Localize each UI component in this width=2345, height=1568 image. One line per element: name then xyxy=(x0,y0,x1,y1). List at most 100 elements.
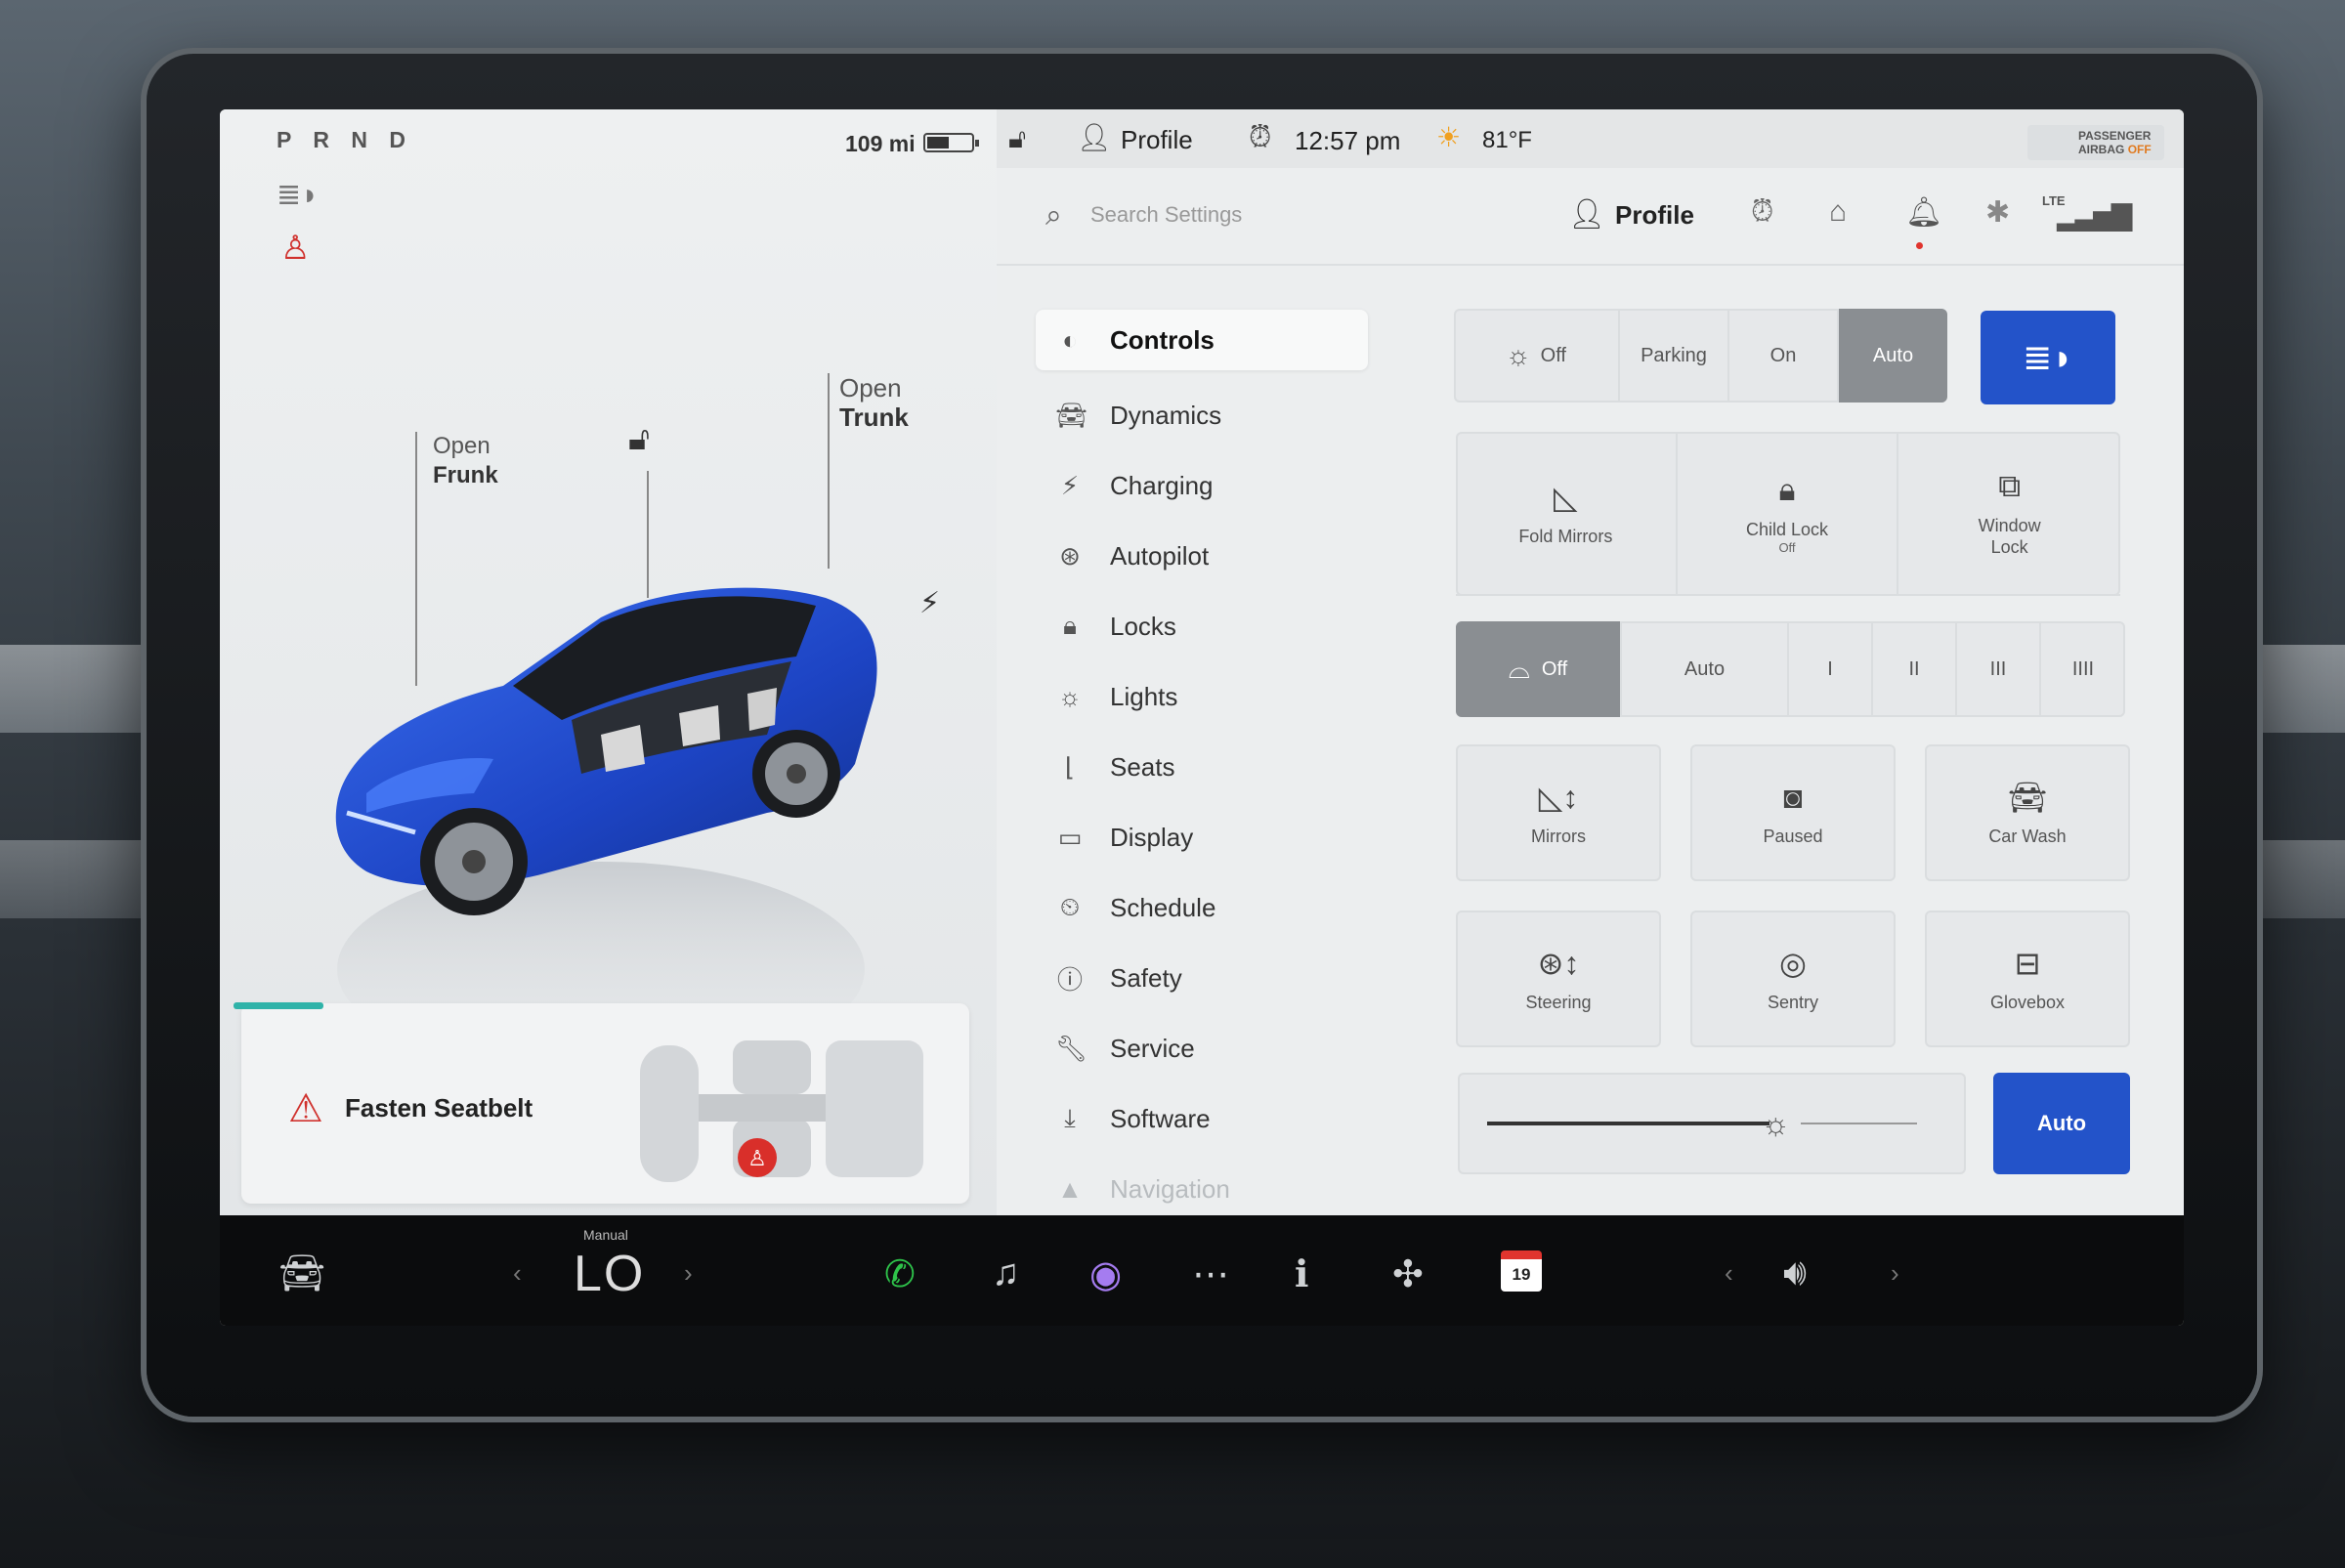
schedule-icon: ⏲︎ xyxy=(1059,892,1081,921)
sentry-button[interactable]: ◎ Sentry xyxy=(1690,911,1896,1047)
child-lock-label: Child Lock xyxy=(1745,519,1829,539)
auto-high-beam-button[interactable]: ≣◗ xyxy=(1981,311,2115,404)
nav-label: Navigation xyxy=(1110,1173,1230,1204)
wipers-auto-option[interactable]: Auto xyxy=(1622,621,1789,717)
brightness-sun-icon[interactable]: ☼ xyxy=(1762,1106,1790,1142)
wipers-speed-2[interactable]: II xyxy=(1873,621,1957,717)
nav-item-lights[interactable]: ☼ Lights xyxy=(1036,661,1368,732)
manual-info-icon[interactable]: ℹ xyxy=(1295,1252,1308,1296)
glovebox-button[interactable]: ⊟ Glovebox xyxy=(1925,911,2130,1047)
lights-auto-option[interactable]: Auto xyxy=(1839,309,1947,403)
more-apps-icon[interactable]: ⋯ xyxy=(1192,1252,1229,1296)
mirrors-adjust-button[interactable]: ◺↕ Mirrors xyxy=(1456,744,1661,881)
auto-brightness-button[interactable]: Auto xyxy=(1993,1073,2130,1174)
notification-bell-icon[interactable]: 🔔︎ xyxy=(1905,195,1942,230)
profile-button[interactable]: Profile xyxy=(1615,200,1694,231)
wrench-icon: 🔧︎ xyxy=(1055,1033,1088,1063)
wipers-speed-3[interactable]: III xyxy=(1957,621,2041,717)
lights-off-label: Off xyxy=(1540,344,1566,366)
volume-icon[interactable]: 🔊︎ xyxy=(1783,1252,1807,1294)
display-brightness-slider[interactable]: ☼ xyxy=(1458,1073,1966,1174)
open-frunk-button[interactable]: Open Frunk xyxy=(433,432,498,490)
nav-item-display[interactable]: ▭ Display xyxy=(1036,802,1368,872)
fold-mirrors-button[interactable]: ◺ Fold Mirrors xyxy=(1456,432,1678,596)
glovebox-label: Glovebox xyxy=(1989,993,2066,1012)
nav-item-service[interactable]: 🔧︎ Service xyxy=(1036,1013,1368,1083)
steering-wheel-icon: ⊛↕ xyxy=(1537,946,1580,981)
sentry-label: Sentry xyxy=(1767,993,1819,1012)
dashcam-button[interactable]: ◙ Paused xyxy=(1690,744,1896,881)
lock-status-icon[interactable]: 🔓︎ xyxy=(1008,123,1026,155)
outside-temperature: 81°F xyxy=(1482,127,1532,153)
svg-text:♙: ♙ xyxy=(747,1147,767,1171)
bottom-dock: 🚘︎ ‹ Manual LO › ✆ ♫ ◉ ⋯ ℹ ✣ 19 ‹ 🔊︎ › xyxy=(220,1215,2184,1326)
warning-icon: ⚠︎ xyxy=(288,1087,323,1130)
status-profile-label[interactable]: Profile xyxy=(1121,125,1193,155)
wipers-off-label: Off xyxy=(1541,657,1568,680)
safety-icon: ⓘ xyxy=(1056,964,1083,995)
alarm-clock-icon[interactable]: ⏰︎ xyxy=(1751,195,1773,229)
unlock-icon[interactable]: 🔓︎ xyxy=(628,420,650,458)
nav-label: Controls xyxy=(1110,324,1215,355)
seat-occupancy-diagram: ♙ xyxy=(640,1040,923,1182)
window-lock-button[interactable]: ⧉ Window Lock xyxy=(1898,432,2120,596)
window-lock-icon: ⧉ xyxy=(1998,468,2022,503)
steering-adjust-button[interactable]: ⊛↕ Steering xyxy=(1456,911,1661,1047)
nav-item-software[interactable]: ⤓ Software xyxy=(1036,1083,1368,1154)
wipers-speed-1[interactable]: I xyxy=(1789,621,1873,717)
wipers-speed-4[interactable]: IIII xyxy=(2041,621,2125,717)
download-icon: ⤓ xyxy=(1064,1103,1076,1132)
wipers-off-option[interactable]: ⌓ Off xyxy=(1456,621,1622,717)
search-input[interactable] xyxy=(1090,195,1462,234)
nav-item-autopilot[interactable]: ⊛ Autopilot xyxy=(1036,521,1368,591)
sentry-icon: ◎ xyxy=(1779,946,1807,981)
nav-item-locks[interactable]: 🔒︎ Locks xyxy=(1036,591,1368,661)
notification-dot xyxy=(1916,242,1923,249)
cabin-temperature[interactable]: LO xyxy=(574,1245,645,1303)
temp-down-chevron-icon[interactable]: ‹ xyxy=(513,1258,522,1289)
child-lock-button[interactable]: 🔒︎ Child Lock Off xyxy=(1677,432,1899,596)
volume-down-chevron-icon[interactable]: ‹ xyxy=(1725,1258,1733,1289)
weather-sun-icon: ☀︎ xyxy=(1436,122,1462,152)
music-icon[interactable]: ♫ xyxy=(992,1252,1020,1294)
steering-label: Steering xyxy=(1525,993,1592,1012)
nav-item-navigation[interactable]: ▲ Navigation xyxy=(1036,1154,1368,1224)
nav-item-seats[interactable]: ⌊ Seats xyxy=(1036,732,1368,802)
camera-icon[interactable]: ◉ xyxy=(1089,1252,1122,1296)
nav-label: Lights xyxy=(1110,681,1178,711)
nav-item-schedule[interactable]: ⏲︎ Schedule xyxy=(1036,872,1368,943)
dashcam-label: Paused xyxy=(1763,826,1823,846)
nav-label: Display xyxy=(1110,822,1194,852)
settings-toolbar: ⌕ 👤︎ Profile ⏰︎ ⌂ 🔔︎ ✱ LTE ▂▃▅▇ xyxy=(997,168,2184,266)
headlight-indicator-icon: ≣◗ xyxy=(277,179,320,211)
lock-icon: 🔒︎ xyxy=(1063,611,1077,640)
gear-selector[interactable]: P R N D xyxy=(277,127,413,153)
lights-parking-option[interactable]: Parking xyxy=(1620,309,1729,403)
volume-up-chevron-icon[interactable]: › xyxy=(1891,1258,1899,1289)
display-icon: ▭ xyxy=(1057,822,1083,852)
bluetooth-icon[interactable]: ✱ xyxy=(1985,195,2010,230)
home-icon[interactable]: ⌂ xyxy=(1829,195,1847,229)
steering-wheel-icon: ⊛ xyxy=(1059,540,1081,571)
light-icon: ☼ xyxy=(1506,340,1531,370)
lights-off-option[interactable]: ☼ Off xyxy=(1454,309,1620,403)
car-wash-button[interactable]: 🚘︎ Car Wash xyxy=(1925,744,2130,881)
alert-progress-bar xyxy=(234,1002,323,1009)
nav-item-charging[interactable]: ⚡︎ Charging xyxy=(1036,450,1368,521)
trunk-label: Trunk xyxy=(839,403,909,432)
nav-item-dynamics[interactable]: 🚘︎ Dynamics xyxy=(1036,380,1368,450)
fan-icon[interactable]: ✣ xyxy=(1392,1252,1424,1296)
car-icon[interactable]: 🚘︎ xyxy=(278,1252,325,1295)
nav-item-safety[interactable]: ⓘ Safety xyxy=(1036,943,1368,1013)
mirrors-label: Mirrors xyxy=(1531,826,1586,846)
car-wash-icon: 🚘︎ xyxy=(2007,780,2048,815)
open-trunk-button[interactable]: Open Trunk xyxy=(839,373,909,432)
settings-pane: 🔓︎ 👤︎ Profile ⏰︎ 12:57 pm ☀︎ 81°F ♿︎ PAS… xyxy=(997,109,2184,1215)
temp-up-chevron-icon[interactable]: › xyxy=(684,1258,693,1289)
phone-icon[interactable]: ✆ xyxy=(884,1252,916,1296)
nav-item-controls[interactable]: ◐ Controls xyxy=(1036,310,1368,370)
lights-on-option[interactable]: On xyxy=(1729,309,1839,403)
passenger-airbag-indicator: PASSENGER AIRBAG OFF xyxy=(2027,125,2164,160)
calendar-icon[interactable]: 19 xyxy=(1501,1250,1542,1292)
settings-nav: ◐ Controls 🚘︎ Dynamics ⚡︎ Charging ⊛ Aut… xyxy=(1036,310,1368,1224)
